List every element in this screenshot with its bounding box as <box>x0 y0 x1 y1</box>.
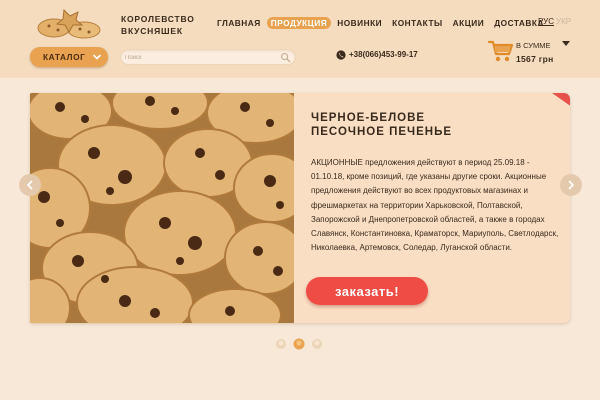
phone-number: +38(066)453-99-17 <box>349 50 418 59</box>
language-switcher: РУС УКР <box>538 17 571 27</box>
main-nav: ГЛАВНАЯ ПРОДУКЦИЯ НОВИНКИ КОНТАКТЫ АКЦИИ… <box>213 17 550 29</box>
corner-ribbon <box>551 93 570 108</box>
cart-sum-amount: 1567 грн <box>516 54 554 64</box>
slider-next-button[interactable] <box>560 174 582 196</box>
slider-prev-button[interactable] <box>19 174 41 196</box>
slider-dot-3[interactable] <box>311 338 323 350</box>
catalog-button[interactable]: КАТАЛОГ <box>30 47 108 67</box>
slide-title-line-1: ЧЕРНОЕ-БЕЛОВЕ <box>311 112 426 124</box>
nav-item-contacts[interactable]: КОНТАКТЫ <box>388 17 447 29</box>
cookies-logo-icon[interactable] <box>34 6 106 40</box>
brand-name: КОРОЛЕВСТВО ВКУСНЯШЕК <box>121 13 195 37</box>
chevron-left-icon <box>26 180 33 190</box>
cart-sum-label: в сумме <box>516 41 551 50</box>
slide-title: ЧЕРНОЕ-БЕЛОВЕ ПЕСОЧНОЕ ПЕЧЕНЬЕ <box>311 111 551 139</box>
chevron-right-icon <box>568 180 575 190</box>
search-box <box>120 49 296 65</box>
site-header: КОРОЛЕВСТВО ВКУСНЯШЕК ГЛАВНАЯ ПРОДУКЦИЯ … <box>0 0 600 78</box>
nav-item-new[interactable]: НОВИНКИ <box>333 17 386 29</box>
catalog-button-label: КАТАЛОГ <box>43 52 86 62</box>
cart-summary[interactable]: в сумме 1567 грн <box>516 41 554 64</box>
slider-dot-1[interactable] <box>275 338 287 350</box>
promo-slide: ЧЕРНОЕ-БЕЛОВЕ ПЕСОЧНОЕ ПЕЧЕНЬЕ АКЦИОННЫЕ… <box>30 93 570 323</box>
nav-item-promos[interactable]: АКЦИИ <box>449 17 489 29</box>
lang-ua-link[interactable]: УКР <box>556 17 571 26</box>
brand-line-2: ВКУСНЯШЕК <box>121 26 183 36</box>
phone-contact[interactable]: +38(066)453-99-17 <box>336 50 418 60</box>
chevron-down-icon <box>93 54 101 60</box>
search-input[interactable] <box>125 52 275 63</box>
slide-description: АКЦИОННЫЕ предложения действуют в период… <box>311 158 559 253</box>
search-icon[interactable] <box>280 52 291 63</box>
slider-dots <box>275 338 323 350</box>
cart-icon[interactable] <box>488 39 514 63</box>
chocolate-chip-cookies-photo <box>30 93 294 323</box>
nav-item-products[interactable]: ПРОДУКЦИЯ <box>266 17 332 29</box>
lang-ru-link[interactable]: РУС <box>538 17 554 26</box>
phone-icon <box>336 50 346 60</box>
slider-dot-2[interactable] <box>293 338 305 350</box>
caret-down-icon[interactable] <box>562 41 570 47</box>
brand-line-1: КОРОЛЕВСТВО <box>121 14 195 24</box>
slide-title-line-2: ПЕСОЧНОЕ ПЕЧЕНЬЕ <box>311 126 453 138</box>
nav-item-home[interactable]: ГЛАВНАЯ <box>213 17 265 29</box>
order-button[interactable]: заказать! <box>306 277 428 305</box>
